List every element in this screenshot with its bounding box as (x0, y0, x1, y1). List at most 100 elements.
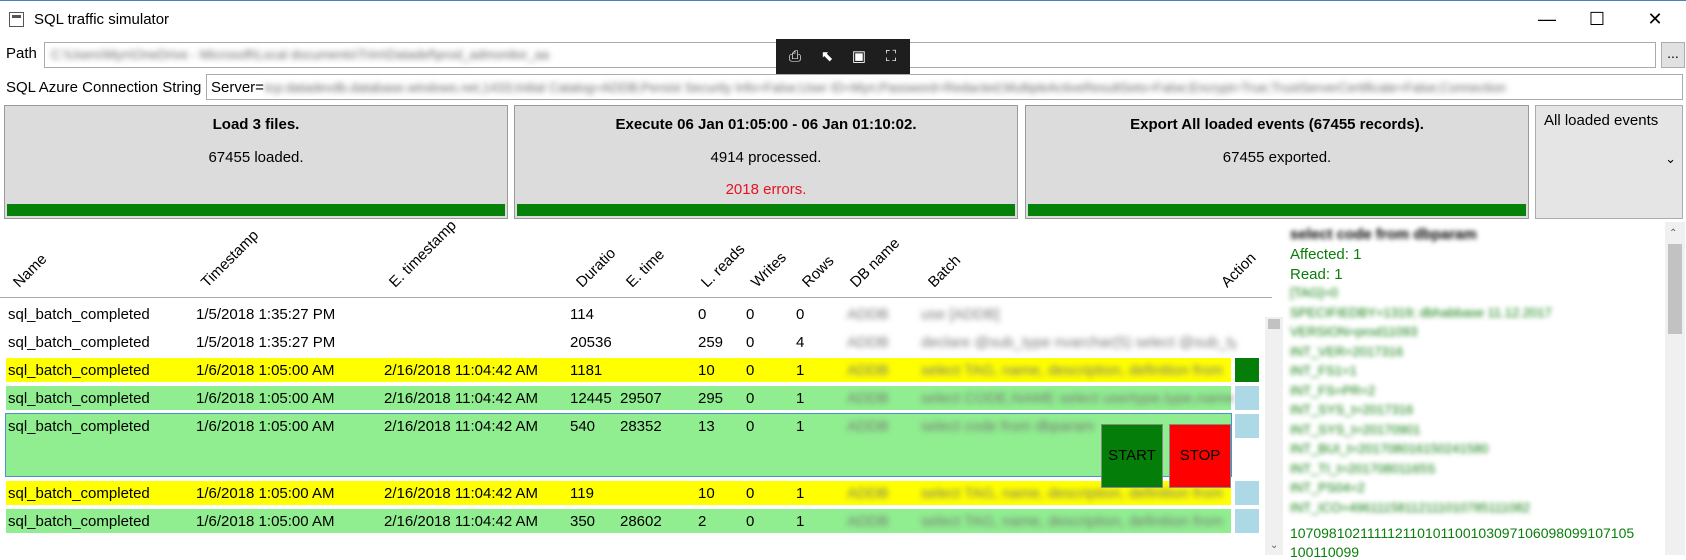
cell-ts: 1/6/2018 1:05:00 AM (196, 513, 335, 530)
cell-db: ADDB (847, 418, 889, 435)
col-l-reads[interactable]: L. reads (698, 241, 748, 291)
event-filter-select[interactable]: All loaded events ⌄ (1535, 105, 1683, 219)
grid-header: Name Timestamp E. timestamp Duratio E. t… (0, 217, 1272, 297)
execute-panel[interactable]: Execute 06 Jan 01:05:00 - 06 Jan 01:10:0… (514, 105, 1018, 219)
event-grid: sql_batch_completed 1/5/2018 1:35:27 PM 11… (0, 297, 1272, 555)
scroll-up-icon[interactable]: ⌃ (1669, 228, 1677, 239)
export-status: 67455 exported. (1222, 149, 1332, 166)
cell-ts: 1/6/2018 1:05:00 AM (196, 362, 335, 379)
load-panel[interactable]: Load 3 files. 67455 loaded. (4, 105, 508, 219)
grid-scrollbar[interactable]: ⌄ (1265, 317, 1283, 555)
execute-errors: 2018 errors. (725, 181, 807, 198)
close-button[interactable]: ✕ (1628, 1, 1682, 38)
cell-name: sql_batch_completed (8, 362, 150, 379)
action-indicator[interactable] (1235, 358, 1259, 382)
col-db-name[interactable]: DB name (847, 235, 903, 291)
pointer-capture-icon[interactable]: ⬉ (816, 47, 838, 67)
cell-rows: 1 (796, 390, 805, 407)
action-indicator[interactable] (1235, 302, 1259, 326)
cell-lreads: 13 (698, 418, 715, 435)
cell-writes: 0 (746, 390, 755, 407)
detail-line: INT_BUI_t=201708016150241580 (1290, 441, 1489, 456)
detail-line: VERSION=prod11093 (1290, 324, 1418, 339)
cell-ts: 1/5/2018 1:35:27 PM (196, 306, 336, 323)
cell-lreads: 2 (698, 513, 707, 530)
cell-ets: 2/16/2018 11:04:42 AM (384, 513, 539, 530)
table-row[interactable]: sql_batch_completed 1/5/2018 1:35:27 PM 20… (6, 330, 1236, 354)
col-timestamp[interactable]: Timestamp (198, 227, 262, 291)
action-indicator[interactable] (1235, 481, 1259, 505)
detail-tail-2: 100110099 (1290, 544, 1360, 560)
cell-name: sql_batch_completed (8, 306, 150, 323)
load-title: Load 3 files. (212, 116, 300, 133)
capture-settings-icon[interactable]: ⎙ (784, 47, 806, 67)
title-bar: SQL traffic simulator — ☐ ✕ (0, 0, 1686, 37)
detail-line: [TAG]=0 (1290, 285, 1338, 300)
action-indicator[interactable] (1235, 330, 1259, 354)
detail-affected: Affected: 1 (1290, 246, 1362, 263)
conn-value: tcp:datadevdb.database.windows.net,1433;… (265, 80, 1506, 95)
maximize-button[interactable]: ☐ (1570, 1, 1624, 38)
action-indicator[interactable] (1235, 509, 1259, 533)
start-button[interactable]: START (1101, 424, 1163, 488)
table-row[interactable]: sql_batch_completed 1/5/2018 1:35:27 PM 11… (6, 302, 1231, 326)
path-label: Path (6, 45, 37, 62)
col-rows[interactable]: Rows (799, 252, 838, 291)
col-name[interactable]: Name (10, 251, 50, 291)
scroll-down-icon[interactable]: ⌄ (1270, 540, 1278, 551)
cell-ets: 2/16/2018 11:04:42 AM (384, 362, 539, 379)
col-writes[interactable]: Writes (748, 249, 790, 291)
cell-writes: 0 (746, 334, 755, 351)
table-row[interactable]: sql_batch_completed 1/6/2018 1:05:00 AM 2/… (6, 358, 1259, 382)
execute-title: Execute 06 Jan 01:05:00 - 06 Jan 01:10:0… (615, 116, 917, 133)
col-e-time[interactable]: E. time (623, 246, 668, 291)
cell-lreads: 10 (698, 362, 715, 379)
col-duration[interactable]: Duratio (573, 245, 619, 291)
conn-prefix: Server= (211, 79, 264, 96)
conn-input[interactable]: Server= tcp:datadevdb.database.windows.n… (206, 74, 1683, 100)
detail-tail-1: 1070981021111121101011001030971060980991… (1290, 525, 1635, 541)
detail-pane: select code from dbparam Affected: 1 Rea… (1290, 222, 1665, 560)
table-row[interactable]: sql_batch_completed 1/6/2018 1:05:00 AM 2/… (5, 413, 1259, 477)
action-indicator[interactable] (1235, 386, 1259, 410)
cell-db: ADDB (847, 306, 889, 323)
cell-name: sql_batch_completed (8, 513, 150, 530)
cell-batch: select CODE,NAME select usertype,type,na… (921, 390, 1235, 407)
minimize-button[interactable]: — (1520, 1, 1574, 38)
cell-rows: 4 (796, 334, 805, 351)
detail-line: INT_PS04=2 (1290, 480, 1365, 495)
action-indicator[interactable] (1235, 414, 1259, 438)
cell-batch: use [ADDB] (921, 306, 1000, 323)
browse-button[interactable]: ... (1661, 42, 1685, 68)
cell-etime: 29507 (620, 390, 662, 407)
table-row[interactable]: sql_batch_completed 1/6/2018 1:05:00 AM 2/… (6, 386, 1259, 410)
conn-label: SQL Azure Connection String (6, 79, 202, 96)
cell-db: ADDB (847, 334, 889, 351)
window-capture-icon[interactable]: ▣ (848, 47, 870, 67)
cell-rows: 1 (796, 485, 805, 502)
table-row[interactable]: sql_batch_completed 1/6/2018 1:05:00 AM 2/… (6, 509, 1259, 533)
cell-batch: declare @sub_type nvarchar(5) select @su… (921, 334, 1236, 351)
col-e-timestamp[interactable]: E. timestamp (386, 217, 460, 291)
cell-rows: 1 (796, 513, 805, 530)
cell-lreads: 295 (698, 390, 724, 407)
detail-heading: select code from dbparam (1290, 226, 1477, 243)
cell-dur: 114 (570, 306, 594, 323)
stop-button[interactable]: STOP (1169, 424, 1231, 488)
col-action[interactable]: Action (1218, 249, 1260, 291)
table-row[interactable]: sql_batch_completed 1/6/2018 1:05:00 AM 2/… (6, 481, 1259, 505)
cell-db: ADDB (847, 362, 889, 379)
cell-ts: 1/6/2018 1:05:00 AM (196, 485, 335, 502)
cell-etime: 28602 (620, 513, 662, 530)
cell-ts: 1/5/2018 1:35:27 PM (196, 334, 336, 351)
detail-scrollbar[interactable]: ⌃ (1665, 222, 1685, 555)
export-panel[interactable]: Export All loaded events (67455 records)… (1025, 105, 1529, 219)
region-capture-icon[interactable]: ⛶ (880, 47, 902, 67)
cell-ts: 1/6/2018 1:05:00 AM (196, 390, 335, 407)
detail-line: INT_FS=PR=2 (1290, 382, 1376, 398)
load-status: 67455 loaded. (208, 149, 304, 166)
cell-writes: 0 (746, 362, 755, 379)
col-batch[interactable]: Batch (925, 252, 964, 291)
cell-ts: 1/6/2018 1:05:00 AM (196, 418, 335, 435)
cell-ets: 2/16/2018 11:04:42 AM (384, 390, 539, 407)
